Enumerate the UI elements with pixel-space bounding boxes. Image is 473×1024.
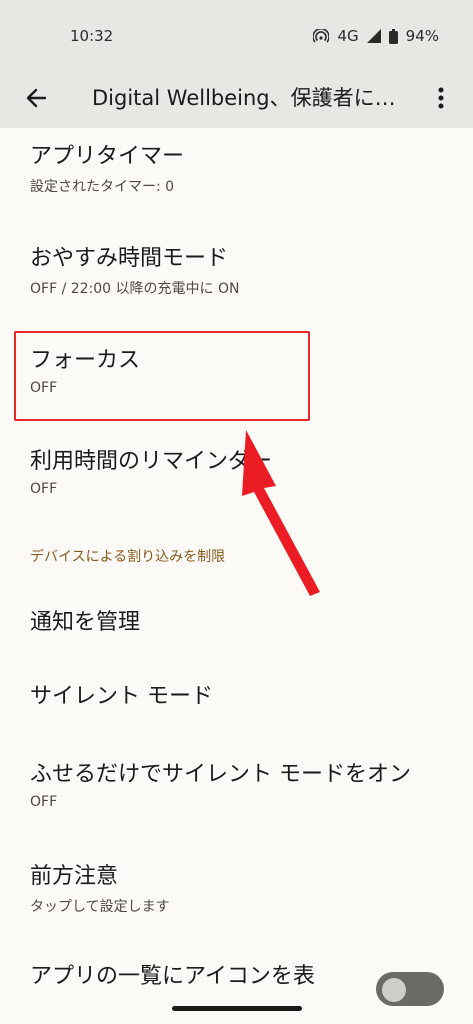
status-icons: 4G 94% [313,27,439,45]
gesture-bar[interactable] [172,1006,302,1011]
list-item-heads-up[interactable]: 前方注意 タップして設定します [30,858,450,916]
toggle-knob [382,978,406,1002]
focus-highlight-box [14,331,310,421]
hotspot-icon [313,29,330,43]
more-options-button[interactable] [427,80,455,116]
signal-icon [366,29,381,43]
item-title: アプリの一覧にアイコンを表 [30,964,315,989]
list-item-flip-to-shhh[interactable]: ふせるだけでサイレント モードをオン OFF [30,756,450,810]
page-title: Digital Wellbeing、保護者に… [92,86,396,110]
show-icon-toggle[interactable] [376,972,444,1006]
more-vert-icon [438,87,444,109]
item-subtitle: OFF [30,794,58,810]
list-item-show-icon[interactable]: アプリの一覧にアイコンを表 [30,958,360,990]
app-bar: Digital Wellbeing、保護者に… [0,72,473,128]
battery-level: 94% [405,27,439,45]
back-arrow-icon [26,88,47,108]
list-item-app-timer[interactable]: アプリタイマー 設定されたタイマー: 0 [30,138,450,196]
back-button[interactable] [18,80,54,116]
item-title: 通知を管理 [30,610,141,635]
top-bar: 10:32 4G 94% Digital Wellbeing、保護者に… [0,0,473,128]
item-title: 前方注意 [30,864,119,889]
list-item-do-not-disturb[interactable]: サイレント モード [30,678,450,710]
battery-icon [388,28,398,44]
status-bar: 10:32 4G 94% [0,0,473,72]
red-arrow-annotation [242,430,320,596]
section-header: デバイスによる割り込みを制限 [30,549,226,565]
list-item-manage-notifications[interactable]: 通知を管理 [30,604,450,636]
item-title: おやすみ時間モード [30,246,229,271]
network-type: 4G [337,27,359,45]
list-item-bedtime-mode[interactable]: おやすみ時間モード OFF / 22:00 以降の充電中に ON [30,240,450,298]
item-subtitle: OFF / 22:00 以降の充電中に ON [30,281,240,297]
item-title: ふせるだけでサイレント モードをオン [30,762,411,787]
status-time: 10:32 [70,27,114,45]
item-subtitle: 設定されたタイマー: 0 [30,179,175,195]
item-title: サイレント モード [30,684,213,709]
item-title: アプリタイマー [30,144,185,169]
item-subtitle: タップして設定します [30,899,170,915]
